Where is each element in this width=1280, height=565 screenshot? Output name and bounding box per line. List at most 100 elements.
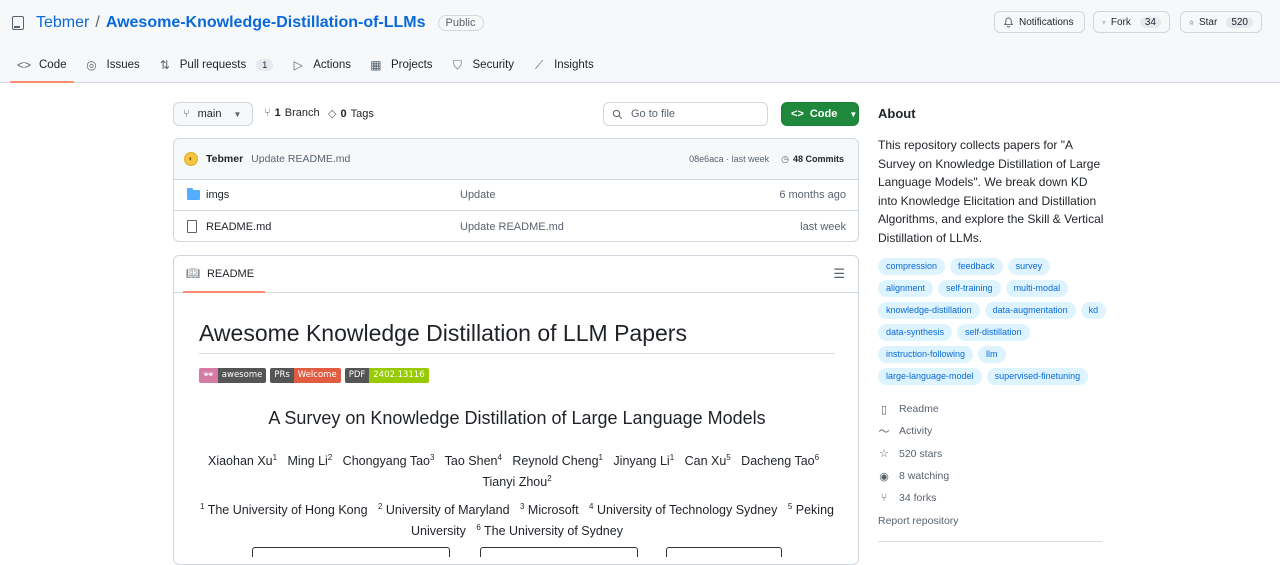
file-icon bbox=[187, 220, 197, 233]
star-icon bbox=[1189, 19, 1194, 25]
branch-selector[interactable]: ⑂ main ▼ bbox=[173, 102, 253, 126]
file-name[interactable]: README.md bbox=[206, 221, 271, 233]
repo-title: Tebmer / Awesome-Knowledge-Distillation-… bbox=[12, 12, 484, 34]
topic-tag[interactable]: alignment bbox=[878, 280, 934, 297]
repo-name-link[interactable]: Awesome-Knowledge-Distillation-of-LLMs bbox=[106, 14, 426, 32]
author: Xiaohan Xu1 bbox=[207, 453, 278, 469]
book-icon: ▯ bbox=[880, 403, 888, 416]
awesome-badge[interactable]: 🕶 awesome bbox=[199, 368, 267, 383]
file-commit-message[interactable]: Update README.md bbox=[460, 221, 564, 233]
commits-count: 48 Commits bbox=[792, 154, 844, 164]
fork-button[interactable]: Fork 34 bbox=[1093, 11, 1170, 33]
badge-right: awesome bbox=[217, 368, 267, 383]
topic-tag[interactable]: instruction-following bbox=[878, 346, 974, 363]
author: Ming Li2 bbox=[287, 453, 333, 469]
topic-tag[interactable]: data-augmentation bbox=[984, 302, 1076, 319]
code-dropdown-button[interactable]: <> Code ▼ bbox=[781, 102, 859, 126]
topic-tag[interactable]: supervised-finetuning bbox=[986, 368, 1089, 385]
topic-tag[interactable]: data-synthesis bbox=[878, 324, 953, 341]
university-logo bbox=[666, 547, 782, 557]
topic-tag[interactable]: self-distillation bbox=[957, 324, 1030, 341]
repo-owner-link[interactable]: Tebmer bbox=[36, 14, 89, 32]
code-button-label: Code bbox=[809, 108, 838, 120]
file-time: 6 months ago bbox=[779, 189, 846, 201]
forks-link[interactable]: ⑂ 34 forks bbox=[878, 487, 959, 509]
file-commit-message[interactable]: Update bbox=[460, 189, 495, 201]
tags-link[interactable]: ◇ 0 Tags bbox=[328, 107, 374, 121]
badge-left: PDF bbox=[344, 368, 370, 383]
avatar[interactable]: ◐ bbox=[184, 152, 198, 166]
tab-actions[interactable]: ▷ Actions bbox=[284, 50, 358, 80]
badge-left: PRs bbox=[270, 368, 294, 383]
affiliations-list: 1 The University of Hong Kong 2 Universi… bbox=[199, 498, 835, 540]
tab-code[interactable]: <> Code bbox=[10, 50, 74, 83]
tab-label: Code bbox=[39, 59, 67, 71]
topic-tag[interactable]: kd bbox=[1080, 302, 1107, 319]
author: Reynold Cheng1 bbox=[512, 453, 603, 469]
pulse-icon: 〜 bbox=[878, 426, 890, 439]
authors-list: Xiaohan Xu1 Ming Li2 Chongyang Tao3 Tao … bbox=[199, 449, 835, 491]
topic-tag[interactable]: compression bbox=[878, 258, 946, 275]
prs-welcome-badge[interactable]: PRs Welcome bbox=[270, 368, 341, 383]
notifications-button[interactable]: Notifications bbox=[994, 11, 1085, 33]
pdf-badge[interactable]: PDF 2402.13116 bbox=[344, 368, 429, 383]
report-repository-link[interactable]: Report repository bbox=[878, 509, 959, 531]
topic-tag[interactable]: survey bbox=[1007, 258, 1051, 275]
tag-icon: ◇ bbox=[328, 108, 337, 120]
readme-tab-label: README bbox=[206, 267, 255, 280]
tab-label: Pull requests bbox=[179, 59, 247, 71]
branches-count: 1 bbox=[274, 107, 281, 119]
badge-left: 🕶 bbox=[199, 368, 218, 383]
commit-author[interactable]: Tebmer bbox=[206, 153, 243, 165]
star-count: 520 bbox=[1226, 16, 1253, 28]
readme-subtitle: A Survey on Knowledge Distillation of La… bbox=[268, 408, 766, 428]
fork-icon: ⑂ bbox=[880, 492, 888, 505]
commit-meta: 08e6aca · last week ◷ 48 Commits bbox=[689, 154, 844, 165]
file-row[interactable]: imgs Update 6 months ago bbox=[174, 180, 858, 211]
tab-insights[interactable]: ⟋ Insights bbox=[525, 50, 601, 80]
topics-list: compression feedback survey alignment se… bbox=[878, 258, 1108, 385]
repo-icon bbox=[12, 16, 24, 30]
tab-pull-requests[interactable]: ⇅ Pull requests 1 bbox=[151, 50, 281, 80]
about-description: This repository collects papers for "A S… bbox=[878, 138, 1104, 245]
activity-link[interactable]: 〜 Activity bbox=[878, 420, 959, 442]
file-row[interactable]: README.md Update README.md last week bbox=[174, 211, 858, 241]
eye-icon: ◉ bbox=[879, 470, 889, 483]
play-icon: ▷ bbox=[293, 58, 303, 72]
tab-label: Projects bbox=[390, 59, 433, 71]
table-icon: ▦ bbox=[370, 58, 382, 72]
folder-icon bbox=[187, 188, 200, 200]
tab-issues[interactable]: ◎ Issues bbox=[78, 50, 147, 80]
topic-tag[interactable]: llm bbox=[978, 346, 1006, 363]
chevron-down-icon: ▼ bbox=[849, 109, 858, 119]
author: Chongyang Tao3 bbox=[342, 453, 435, 469]
watchers-link-label: 8 watching bbox=[899, 470, 950, 483]
commit-hash-time[interactable]: 08e6aca · last week bbox=[689, 154, 769, 164]
commit-message[interactable]: Update README.md bbox=[251, 153, 350, 165]
author: Jinyang Li1 bbox=[613, 453, 675, 469]
list-icon[interactable]: ☰ bbox=[833, 266, 845, 282]
tab-security[interactable]: ⛉ Security bbox=[444, 50, 522, 80]
topic-tag[interactable]: knowledge-distillation bbox=[878, 302, 980, 319]
stars-link[interactable]: ☆ 520 stars bbox=[878, 443, 959, 465]
affiliation: 6 The University of Sydney bbox=[476, 523, 623, 539]
branch-name: main bbox=[197, 108, 222, 120]
readme-tab[interactable]: 📖︎ README bbox=[182, 267, 266, 293]
author: Dacheng Tao6 bbox=[741, 453, 820, 469]
commits-history-link[interactable]: ◷ 48 Commits bbox=[781, 154, 844, 165]
fork-icon bbox=[1102, 20, 1106, 24]
topic-tag[interactable]: multi-modal bbox=[1005, 280, 1069, 297]
star-icon: ☆ bbox=[879, 448, 889, 461]
branches-link[interactable]: ⑂ 1 Branch bbox=[264, 107, 320, 119]
topic-tag[interactable]: feedback bbox=[950, 258, 1003, 275]
topic-tag[interactable]: self-training bbox=[938, 280, 1001, 297]
star-button[interactable]: Star 520 bbox=[1180, 11, 1262, 33]
topic-tag[interactable]: large-language-model bbox=[878, 368, 982, 385]
go-to-file-input[interactable]: Go to file bbox=[603, 102, 768, 126]
notifications-label: Notifications bbox=[1019, 16, 1074, 28]
watchers-link[interactable]: ◉ 8 watching bbox=[878, 465, 959, 487]
file-name[interactable]: imgs bbox=[206, 189, 229, 201]
tab-projects[interactable]: ▦ Projects bbox=[362, 50, 440, 80]
affiliation: 3 Microsoft bbox=[519, 502, 579, 518]
readme-link[interactable]: ▯ Readme bbox=[878, 398, 959, 420]
